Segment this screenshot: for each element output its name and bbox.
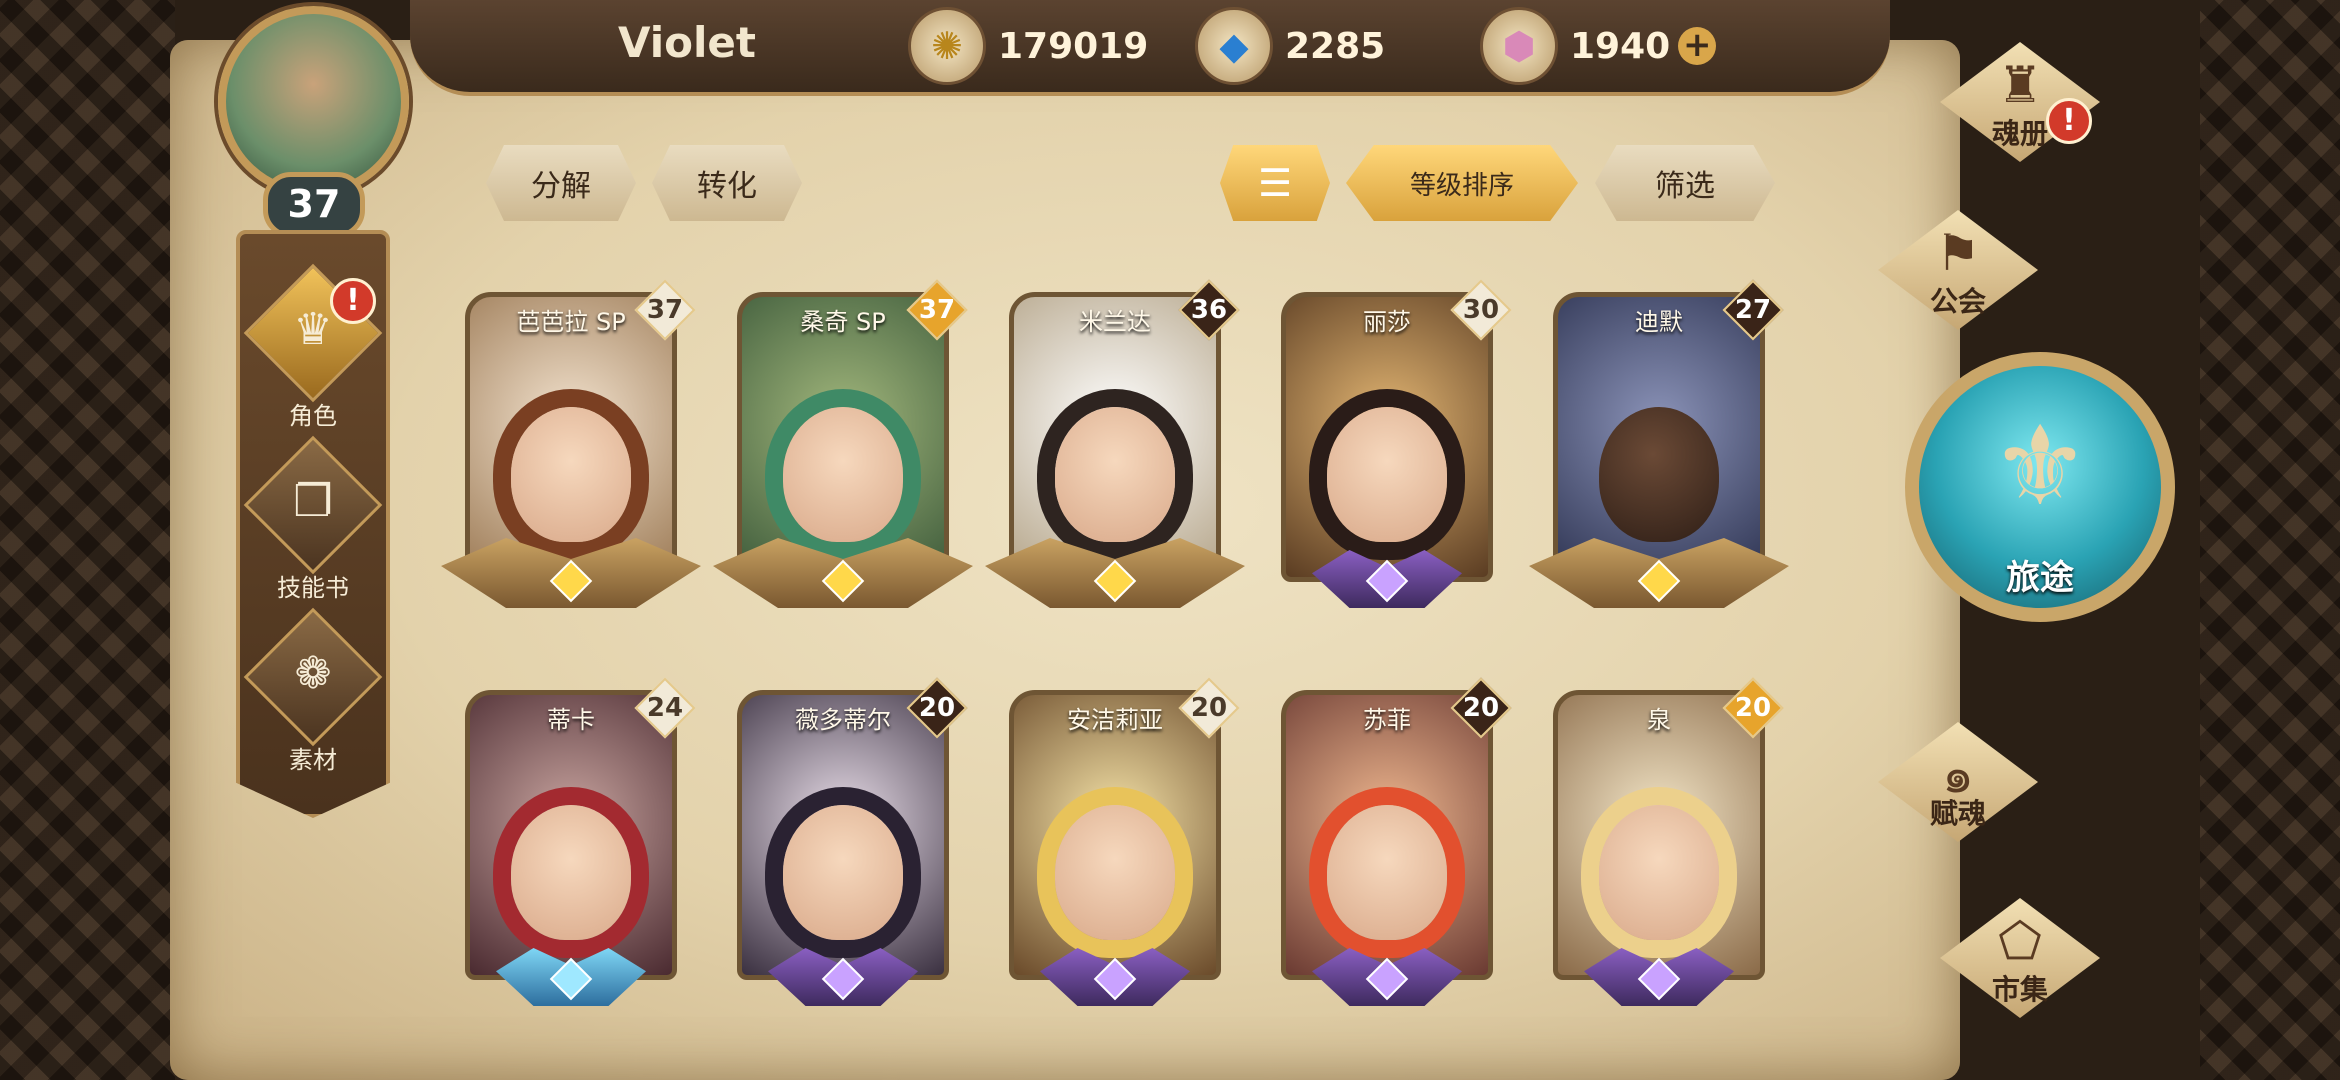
card-level-badge: 37 [634, 279, 696, 341]
gem-amount: 1940 [1570, 25, 1671, 67]
portrait-face [783, 407, 903, 542]
convert-button[interactable]: 转化 [652, 145, 802, 221]
sort-order-button[interactable]: ☰ [1220, 145, 1330, 221]
character-card[interactable]: 迪默 27 [1529, 279, 1789, 608]
portrait-face [1599, 805, 1719, 940]
card-level-badge: 24 [634, 677, 696, 739]
journey-label: 旅途 [2006, 558, 2074, 598]
portrait-face [1327, 805, 1447, 940]
player-name: Violet [618, 18, 756, 67]
character-card[interactable]: 桑奇 SP 37 [713, 279, 973, 608]
portrait-face [1055, 407, 1175, 542]
character-card[interactable]: 安洁莉亚 20 [1009, 677, 1240, 1006]
character-card[interactable]: 蒂卡 24 [465, 677, 696, 1006]
materials-icon: ❁ [294, 648, 332, 699]
pink-gem-icon: ⬢ [1480, 7, 1558, 85]
card-level: 20 [1190, 693, 1228, 723]
left-wall-decoration [0, 0, 175, 1080]
level-sort-button[interactable]: 等级排序 [1346, 145, 1578, 221]
portrait-face [1055, 805, 1175, 940]
blue-crystal-icon: ◆ [1195, 7, 1273, 85]
endow-soul-button[interactable]: ๑ 赋魂 [1868, 722, 2048, 842]
card-level-badge: 20 [1722, 677, 1784, 739]
crystal-currency: ◆ 2285 [1195, 7, 1386, 85]
character-card[interactable]: 芭芭拉 SP 37 [441, 279, 701, 608]
gold-coin-icon: ✺ [908, 7, 986, 85]
soul-book-alert-badge: ! [2046, 98, 2092, 144]
card-level: 36 [1190, 295, 1228, 325]
gold-amount: 179019 [998, 25, 1149, 67]
card-level: 20 [918, 693, 956, 723]
market-gem-icon: ⬠ [1998, 912, 2042, 970]
card-level-badge: 36 [1178, 279, 1240, 341]
filter-button[interactable]: 筛选 [1595, 145, 1775, 221]
portrait-face [1599, 407, 1719, 542]
journey-button[interactable]: ⚜ 旅途 [1905, 352, 2175, 652]
add-gem-button[interactable]: + [1678, 27, 1717, 65]
portrait-face [511, 805, 631, 940]
gem-currency: ⬢ 1940 + [1480, 7, 1717, 85]
player-level: 37 [263, 172, 365, 238]
guild-banner-icon: ⚑ [1935, 224, 1981, 282]
character-card[interactable]: 苏菲 20 [1281, 677, 1512, 1006]
player-avatar-frame[interactable]: 37 [170, 0, 450, 240]
guild-label: 公会 [1929, 285, 1986, 318]
market-label: 市集 [1991, 973, 2048, 1006]
character-card[interactable]: 泉 20 [1553, 677, 1784, 1006]
character-alert-badge: ! [330, 278, 376, 324]
decompose-button[interactable]: 分解 [486, 145, 636, 221]
gold-currency: ✺ 179019 [908, 7, 1149, 85]
card-level: 30 [1462, 295, 1500, 325]
market-button[interactable]: ⬠ 市集 [1930, 898, 2110, 1018]
card-level: 27 [1734, 295, 1772, 325]
portrait-face [1327, 407, 1447, 542]
card-level-badge: 20 [906, 677, 968, 739]
endow-soul-label: 赋魂 [1929, 797, 1986, 830]
card-level-badge: 20 [1178, 677, 1240, 739]
character-card[interactable]: 薇多蒂尔 20 [737, 677, 968, 1006]
journey-emblem-icon: ⚜ [1990, 402, 2090, 530]
card-level: 20 [1734, 693, 1772, 723]
card-level-badge: 20 [1450, 677, 1512, 739]
character-card[interactable]: 米兰达 36 [985, 279, 1245, 608]
right-wall-decoration [2200, 0, 2340, 1080]
nav-item-skill-book[interactable]: ❐ 技能书 [240, 435, 386, 603]
character-card[interactable]: 丽莎 30 [1281, 279, 1512, 608]
portrait-face [511, 407, 631, 542]
avatar[interactable] [218, 6, 409, 197]
portrait-face [783, 805, 903, 940]
card-level-badge: 27 [1722, 279, 1784, 341]
card-level: 37 [918, 295, 956, 325]
card-level: 37 [646, 295, 684, 325]
nav-item-materials[interactable]: ❁ 素材 [240, 607, 386, 775]
card-level-badge: 30 [1450, 279, 1512, 341]
card-level: 24 [646, 693, 684, 723]
crystal-amount: 2285 [1285, 25, 1386, 67]
card-level: 20 [1462, 693, 1500, 723]
skill-book-icon: ❐ [293, 476, 333, 527]
card-level-badge: 37 [906, 279, 968, 341]
guild-button[interactable]: ⚑ 公会 [1868, 210, 2048, 330]
sort-icon: ☰ [1257, 161, 1293, 205]
